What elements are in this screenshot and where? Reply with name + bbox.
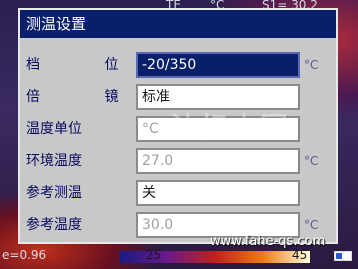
settings-row-range[interactable]: 档 位 -20/350 °C <box>20 50 336 80</box>
settings-row-reference-measure[interactable]: 参考测温 关 <box>20 178 336 208</box>
range-field[interactable]: -20/350 <box>136 52 300 78</box>
temp-unit-label: 温度单位 <box>26 121 82 137</box>
reference-measure-label: 参考测温 <box>26 185 82 201</box>
emissivity-readout: e=0.96 <box>2 248 47 262</box>
ambient-temp-label: 环境温度 <box>26 153 82 169</box>
reference-temp-label: 参考温度 <box>26 217 82 233</box>
settings-row-lens[interactable]: 倍 镜 标准 <box>20 82 336 112</box>
range-label: 档 位 <box>26 57 149 73</box>
temp-unit-field[interactable]: °C <box>136 116 300 142</box>
reference-temp-unit: °C <box>304 218 319 232</box>
range-unit: °C <box>304 58 319 72</box>
measurement-settings-dialog: 测温设置 档 位 -20/350 °C 倍 镜 标准 温度单位 °C 环境温度 … <box>18 8 338 244</box>
battery-icon <box>334 251 352 261</box>
lens-field[interactable]: 标准 <box>136 84 300 110</box>
scale-max-label: 45 <box>292 248 308 262</box>
settings-row-temp-unit[interactable]: 温度单位 °C <box>20 114 336 144</box>
lens-label: 倍 镜 <box>26 89 149 105</box>
scale-min-label: 25 <box>146 248 162 262</box>
website-watermark: www.fahe-qs.com <box>210 234 326 249</box>
ambient-temp-unit: °C <box>304 154 319 168</box>
dialog-title: 测温设置 <box>20 10 336 38</box>
settings-row-ambient-temp[interactable]: 环境温度 27.0 °C <box>20 146 336 176</box>
ambient-temp-field[interactable]: 27.0 <box>136 148 300 174</box>
reference-measure-field[interactable]: 关 <box>136 180 300 206</box>
bottom-status-bar: e=0.96 25 45 www.fahe-qs.com <box>0 234 358 269</box>
